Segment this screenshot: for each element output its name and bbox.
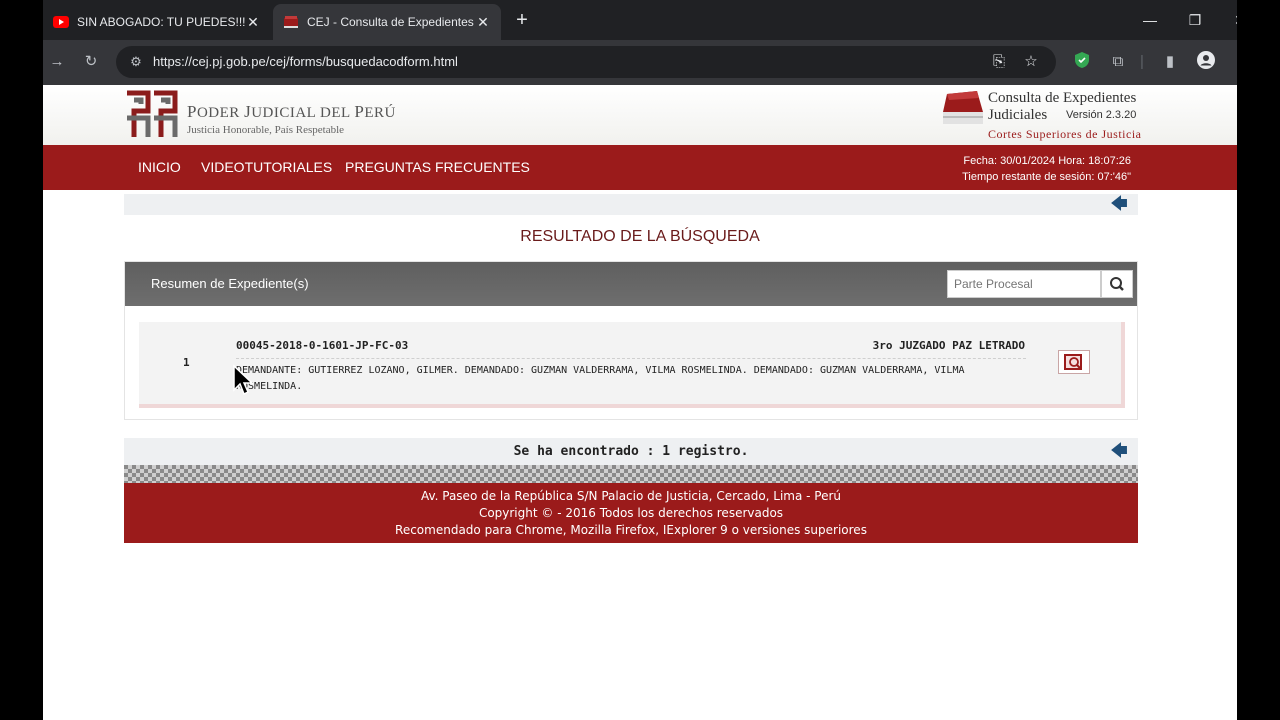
results-count-bar: Se ha encontrado : 1 registro. 🡄 bbox=[124, 438, 1138, 465]
view-detail-button[interactable] bbox=[1058, 350, 1090, 374]
session-info: Fecha: 30/01/2024 Hora: 18:07:26 Tiempo … bbox=[962, 153, 1131, 185]
results-count-text: Se ha encontrado : 1 registro. bbox=[513, 444, 749, 459]
row-number: 1 bbox=[183, 356, 190, 369]
browser-window: SIN ABOGADO: TU PUEDES!!! - YouTube ✕ CE… bbox=[43, 0, 1237, 720]
forward-icon[interactable]: → bbox=[46, 51, 68, 73]
reload-icon[interactable]: ↻ bbox=[80, 51, 102, 73]
nav-videotutoriales[interactable]: VIDEOTUTORIALES bbox=[201, 145, 332, 190]
nav-preguntas-frecuentes[interactable]: PREGUNTAS FRECUENTES bbox=[345, 145, 530, 190]
cej-icon bbox=[283, 14, 299, 30]
institution-name: PODER JUDICIAL DEL PERÚ bbox=[187, 102, 396, 121]
close-window-icon[interactable]: ✕ bbox=[1228, 8, 1237, 32]
side-panel-icon[interactable]: ▮ bbox=[1159, 51, 1181, 73]
back-bar: 🡄 bbox=[124, 194, 1138, 215]
page-title: RESULTADO DE LA BÚSQUEDA bbox=[520, 228, 760, 245]
screen-right-border bbox=[1237, 0, 1280, 720]
mouse-cursor-icon bbox=[232, 364, 254, 396]
url-text: https://cej.pj.gob.pe/cej/forms/busqueda… bbox=[153, 54, 458, 69]
search-icon bbox=[1110, 277, 1124, 291]
document-search-icon bbox=[1064, 354, 1082, 370]
tab-title: CEJ - Consulta de Expedientes Judiciales bbox=[307, 15, 475, 29]
browser-toolbar: → ↻ ⚙ https://cej.pj.gob.pe/cej/forms/bu… bbox=[43, 40, 1237, 85]
session-remaining-text: Tiempo restante de sesión: 07:'46" bbox=[962, 171, 1131, 183]
footer-address: Av. Paseo de la República S/N Palacio de… bbox=[420, 489, 842, 503]
tab-youtube[interactable]: SIN ABOGADO: TU PUEDES!!! - YouTube ✕ bbox=[43, 4, 271, 40]
back-arrow-icon[interactable]: 🡄 bbox=[1110, 442, 1128, 459]
youtube-icon bbox=[53, 14, 69, 30]
parties-text: DEMANDANTE: GUTIERREZ LOZANO, GILMER. DE… bbox=[236, 365, 965, 392]
footer-copyright: Copyright © - 2016 Todos los derechos re… bbox=[478, 506, 784, 520]
footer-pattern bbox=[124, 465, 1138, 483]
results-panel-header: Resumen de Expediente(s) bbox=[125, 262, 1137, 306]
results-panel: Resumen de Expediente(s) 1 00045-2018-0-… bbox=[124, 261, 1138, 420]
tab-cej[interactable]: CEJ - Consulta de Expedientes Judiciales… bbox=[273, 4, 501, 40]
minimize-icon[interactable]: — bbox=[1138, 8, 1162, 32]
main-nav: INICIO VIDEOTUTORIALES PREGUNTAS FRECUEN… bbox=[43, 145, 1237, 190]
address-bar[interactable]: ⚙ https://cej.pj.gob.pe/cej/forms/busque… bbox=[116, 46, 1056, 78]
expediente-row: 1 00045-2018-0-1601-JP-FC-03 3ro JUZGADO… bbox=[139, 322, 1125, 408]
search-button[interactable] bbox=[1101, 270, 1133, 298]
screen-left-border bbox=[0, 0, 43, 720]
parte-procesal-input[interactable] bbox=[947, 270, 1101, 298]
profile-icon[interactable] bbox=[1195, 51, 1217, 73]
restore-icon[interactable]: ❐ bbox=[1183, 8, 1207, 32]
new-tab-icon[interactable]: + bbox=[511, 9, 533, 31]
install-app-icon[interactable]: ⎘ bbox=[988, 51, 1010, 73]
footer-browser-recommendation: Recomendado para Chrome, Mozilla Firefox… bbox=[395, 523, 867, 537]
panel-label: Resumen de Expediente(s) bbox=[151, 276, 309, 291]
cej-book-logo bbox=[941, 90, 985, 126]
date-time-text: Fecha: 30/01/2024 Hora: 18:07:26 bbox=[963, 155, 1131, 167]
toolbar-divider: | bbox=[1140, 53, 1144, 70]
row-divider bbox=[236, 358, 1026, 359]
extensions-puzzle-icon[interactable]: ⧉ bbox=[1107, 51, 1129, 73]
expediente-code: 00045-2018-0-1601-JP-FC-03 bbox=[236, 339, 409, 352]
back-arrow-icon[interactable]: 🡄 bbox=[1110, 195, 1128, 212]
site-settings-icon[interactable]: ⚙ bbox=[126, 52, 146, 72]
web-page: PODER JUDICIAL DEL PERÚ Justicia Honorab… bbox=[43, 85, 1237, 720]
bookmark-star-icon[interactable]: ☆ bbox=[1020, 51, 1042, 73]
tab-strip: SIN ABOGADO: TU PUEDES!!! - YouTube ✕ CE… bbox=[43, 0, 1237, 40]
site-header: PODER JUDICIAL DEL PERÚ Justicia Honorab… bbox=[43, 85, 1237, 145]
cej-version: Versión 2.3.20 bbox=[1066, 109, 1137, 121]
nav-inicio[interactable]: INICIO bbox=[138, 145, 181, 190]
institution-slogan: Justicia Honorable, País Respetable bbox=[187, 124, 345, 136]
site-footer: Av. Paseo de la República S/N Palacio de… bbox=[124, 483, 1138, 543]
close-tab-icon[interactable]: ✕ bbox=[245, 14, 261, 30]
close-tab-icon[interactable]: ✕ bbox=[475, 14, 491, 30]
cej-cortes-subtitle: Cortes Superiores de Justicia bbox=[988, 127, 1142, 141]
tab-title: SIN ABOGADO: TU PUEDES!!! - YouTube bbox=[77, 15, 245, 29]
extension-shield-icon[interactable] bbox=[1071, 51, 1093, 73]
court-name: 3ro JUZGADO PAZ LETRADO bbox=[872, 339, 1025, 352]
poder-judicial-logo bbox=[124, 90, 178, 140]
